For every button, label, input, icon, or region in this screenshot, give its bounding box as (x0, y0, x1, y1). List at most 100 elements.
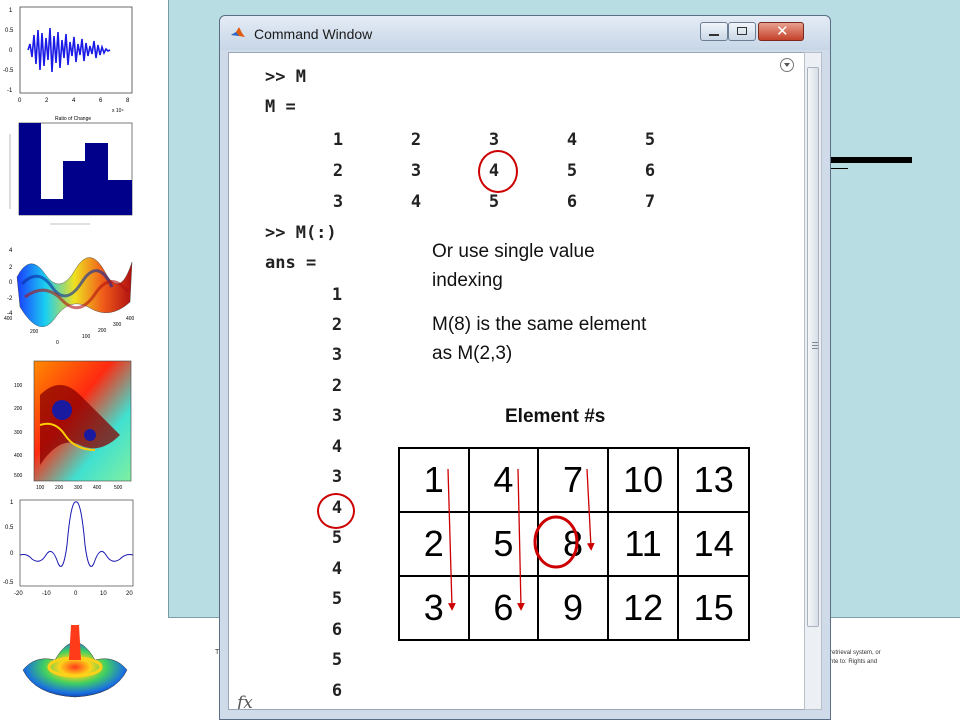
table-cell: 1 (398, 447, 470, 513)
surface-x-tick: 200 (30, 329, 39, 335)
surface-plot-thumbnail: 4 2 0 -2 -4 400 200 0 100 200 300 400 (0, 232, 140, 350)
fractal-x-tick: 200 (55, 485, 64, 491)
close-icon: ✕ (776, 22, 789, 40)
waveform-thumbnail: 1 0.5 0 -0.5 -1 0 2 4 6 8 x 10⁴ (0, 0, 140, 115)
sinc-plot-thumbnail: 1 0.5 0 -0.5 -20 -10 0 10 20 (0, 495, 140, 607)
matrix-cell: 4 (566, 130, 578, 150)
fractal-y-tick: 200 (14, 406, 23, 412)
ans-value: 2 (331, 376, 343, 396)
fractal-x-tick: 400 (93, 485, 102, 491)
matrix-cell: 5 (644, 130, 656, 150)
table-row: 2 5 8 11 14 (398, 511, 750, 577)
scrollbar-thumb[interactable] (807, 67, 819, 627)
title-bar[interactable]: Command Window ✕ (220, 16, 830, 50)
fractal-x-tick: 300 (74, 485, 83, 491)
highlight-circle-m23 (478, 150, 518, 193)
surface-y-tick: -2 (7, 296, 13, 302)
matrix-cell: 5 (488, 192, 500, 212)
surface-y-tick: 0 (9, 280, 13, 286)
surface-x-tick2: 200 (98, 328, 107, 334)
fractal-x-tick: 100 (36, 485, 45, 491)
ans-value: 1 (331, 285, 343, 305)
waveform-y-tick: -1 (7, 88, 13, 94)
matrix-cell: 7 (644, 192, 656, 212)
matrix-cell: 3 (332, 192, 344, 212)
grip-line (812, 342, 818, 343)
window-title: Command Window (254, 26, 373, 42)
ans-value: 4 (331, 559, 343, 579)
ans-value: 5 (331, 650, 343, 670)
table-row: 1 4 7 10 13 (398, 447, 750, 513)
ans-value: 3 (331, 467, 343, 487)
dropdown-menu-icon[interactable] (780, 58, 794, 72)
table-cell: 4 (467, 447, 540, 513)
table-cell: 9 (537, 575, 609, 641)
matrix-cell: 4 (410, 192, 422, 212)
sombrero-logo-thumbnail (15, 615, 135, 705)
waveform-x-tick: 6 (99, 98, 103, 104)
ans-value: 4 (331, 437, 343, 457)
minimize-button[interactable] (700, 22, 728, 41)
table-cell: 7 (537, 447, 609, 513)
ans-value: 5 (331, 589, 343, 609)
ans-value: 5 (331, 528, 343, 548)
matlab-logo-icon (231, 27, 245, 37)
fx-icon[interactable]: fx (237, 693, 253, 709)
waveform-y-tick: 0.5 (5, 28, 14, 34)
footer-copyright-line2: nte to: Rights and (830, 659, 878, 665)
table-cell: 14 (677, 511, 750, 577)
ans-header: ans = (265, 253, 317, 273)
sinc-y-tick: 0 (10, 551, 14, 557)
table-cell: 13 (677, 447, 750, 513)
waveform-x-tick: 2 (45, 98, 49, 104)
bar-thumbnail-title: Ratio of Change (55, 116, 91, 122)
table-cell: 3 (398, 575, 470, 641)
matrix-cell: 2 (332, 161, 344, 181)
prompt-line: >> M(:) (265, 223, 337, 243)
maximize-button[interactable] (728, 22, 756, 41)
matrix-cell: 6 (644, 161, 656, 181)
waveform-x-tick: 4 (72, 98, 76, 104)
matrix-cell: 3 (488, 130, 500, 150)
table-cell: 15 (677, 575, 750, 641)
table-cell: 12 (606, 575, 680, 641)
matrix-cell: 3 (410, 161, 422, 181)
matrix-cell: 2 (410, 130, 422, 150)
annotation-text-2: M(8) is the same element as M(2,3) (432, 314, 647, 364)
table-cell: 11 (606, 511, 680, 577)
waveform-y-tick: 0 (9, 48, 13, 54)
ans-value: 2 (331, 315, 343, 335)
fractal-y-tick: 300 (14, 430, 23, 436)
close-button[interactable]: ✕ (758, 22, 804, 41)
sinc-x-tick: -10 (42, 591, 51, 597)
grip-line (812, 348, 818, 349)
surface-x-tick: 0 (56, 340, 59, 346)
table-cell: 2 (398, 511, 470, 577)
table-cell: 8 (537, 511, 609, 577)
surface-x-tick2: 100 (82, 334, 91, 340)
waveform-y-tick: -0.5 (3, 68, 14, 74)
table-cell: 6 (467, 575, 540, 641)
sinc-x-tick: 10 (100, 591, 107, 597)
highlight-circle-m8 (317, 493, 355, 529)
surface-x-tick2: 300 (113, 322, 122, 328)
waveform-y-tick: 1 (9, 8, 13, 14)
minimize-icon (709, 34, 719, 36)
ans-value: 3 (331, 345, 343, 365)
fractal-y-tick: 100 (14, 383, 23, 389)
element-numbers-title: Element #s (505, 406, 606, 427)
sinc-y-tick: -0.5 (3, 580, 14, 586)
vertical-scrollbar[interactable] (804, 52, 822, 710)
surface-x-tick: 400 (4, 316, 13, 322)
sinc-x-tick: 0 (74, 591, 78, 597)
fractal-y-tick: 400 (14, 453, 23, 459)
ans-value: 6 (331, 681, 343, 701)
sinc-x-tick: -20 (14, 591, 23, 597)
bar-chart-thumbnail: Ratio of Change (0, 114, 140, 228)
variable-header: M = (265, 97, 296, 117)
footer-copyright-line1: retrieval system, or (830, 650, 881, 656)
table-row: 3 6 9 12 15 (398, 575, 750, 641)
waveform-x-tick: 8 (126, 98, 130, 104)
fractal-image-thumbnail: 100 200 300 400 500 100 200 300 400 500 (0, 355, 140, 495)
matrix-cell: 5 (566, 161, 578, 181)
